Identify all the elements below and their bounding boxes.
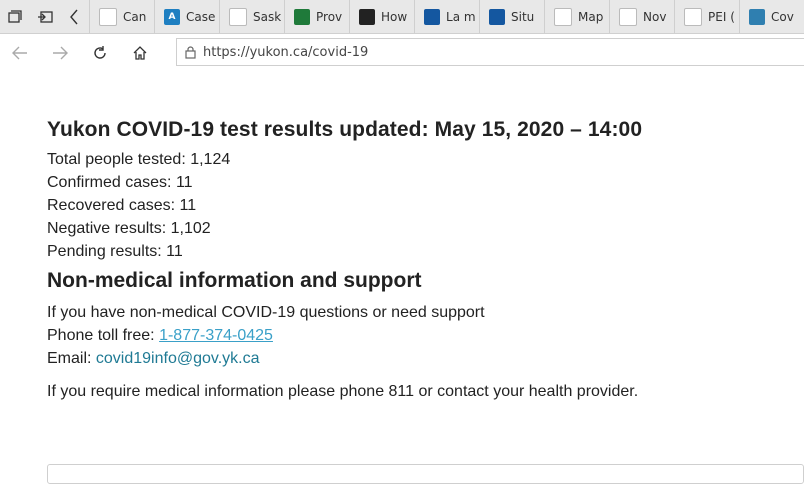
tab-title: Sask [253,9,282,24]
tab-title: Case [186,9,216,24]
browser-tab[interactable]: Can [89,0,154,33]
browser-tab[interactable]: Map [544,0,609,33]
page-title: Yukon COVID-19 test results updated: May… [47,118,643,141]
tab-title: How [381,9,408,24]
phone-link[interactable]: 1-877-374-0425 [159,327,273,344]
phone-line: Phone toll free: 1-877-374-0425 [47,324,787,347]
news-icon [619,7,638,26]
email-link[interactable]: covid19info@gov.yk.ca [96,350,260,367]
tab-title: PEI ( [708,9,735,24]
browser-tab[interactable]: Situ [479,0,544,33]
tab-title: Can [123,9,147,24]
tab-title: Cov [771,9,794,24]
quebec-fleur-icon [424,8,441,25]
main-content: Yukon COVID-19 test results updated: May… [47,118,787,403]
saskatchewan-icon [229,7,248,26]
browser-tab[interactable]: A Case [154,0,219,33]
home-icon[interactable] [120,34,160,72]
navigation-bar: https://yukon.ca/covid-19 [0,34,804,72]
stats-list: Total people tested: 1,124 Confirmed cas… [47,148,787,263]
lock-icon [177,45,203,59]
browser-tab[interactable]: Cov [739,0,804,33]
support-intro: If you have non-medical COVID-19 questio… [47,304,485,321]
refresh-icon[interactable] [80,34,120,72]
stat-pending: Pending results: 11 [47,243,183,260]
tab-title: Map [578,9,604,24]
tab-strip: Can A Case Sask Prov How La m Situ Map Nov PEI ( Co… [0,0,804,34]
stat-recovered: Recovered cases: 11 [47,197,197,214]
quebec-fleur-icon [489,8,506,25]
browser-tab[interactable]: La m [414,0,479,33]
tab-title: Situ [511,9,535,24]
forward-icon[interactable] [40,34,80,72]
email-line: Email: covid19info@gov.yk.ca [47,347,787,370]
browser-tab[interactable]: Nov [609,0,674,33]
alberta-icon: A [164,8,181,25]
address-bar[interactable]: https://yukon.ca/covid-19 [176,38,804,66]
canada-flag-icon [99,7,118,26]
tab-title: Prov [316,9,343,24]
url-text: https://yukon.ca/covid-19 [203,44,369,60]
support-heading: Non-medical information and support [47,269,422,292]
manitoba-icon [294,8,311,25]
stat-confirmed: Confirmed cases: 11 [47,174,193,191]
medical-note: If you require medical information pleas… [47,383,639,400]
nova-scotia-icon [554,7,573,26]
browser-tab[interactable]: Sask [219,0,284,33]
pei-icon [684,7,703,26]
set-aside-tabs-icon[interactable] [30,0,60,33]
stat-negative: Negative results: 1,102 [47,220,211,237]
tab-actions-icon[interactable] [0,0,30,33]
browser-tab[interactable]: PEI ( [674,0,739,33]
phone-label: Phone toll free: [47,327,160,344]
email-label: Email: [47,350,96,367]
tab-title: La m [446,9,476,24]
stat-total-tested: Total people tested: 1,124 [47,151,231,168]
browser-tab[interactable]: Prov [284,0,349,33]
browser-tab[interactable]: How [349,0,414,33]
content-box [47,464,804,484]
globe-icon [749,8,766,25]
back-icon[interactable] [0,34,40,72]
scroll-tabs-left-icon[interactable] [59,0,89,33]
tab-title: Nov [643,9,667,24]
ontario-icon [359,8,376,25]
